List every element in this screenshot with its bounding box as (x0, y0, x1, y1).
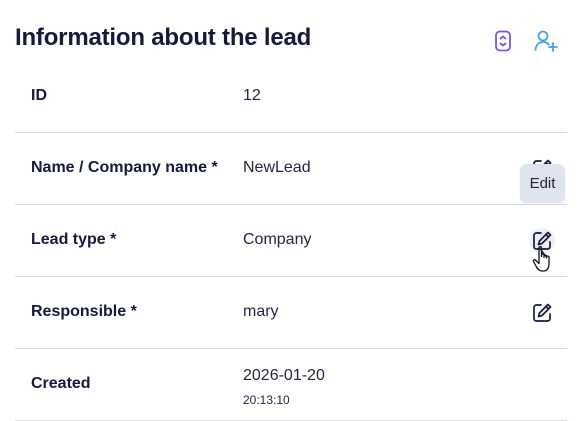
field-label: Name / Company name * (31, 159, 218, 176)
field-row-lead-type: Lead type * Company (15, 205, 567, 277)
field-value: NewLead (243, 159, 311, 176)
field-value: Company (243, 231, 312, 248)
field-value-time: 20:13:10 (243, 393, 290, 407)
field-label: Created (31, 375, 91, 392)
lead-fields-list: ID 12 Name / Company name * NewLead Lead… (15, 61, 567, 421)
edit-responsible-button[interactable] (529, 300, 555, 326)
panel-header: Information about the lead (0, 0, 585, 70)
field-row-created: Created 2026-01-20 20:13:10 (15, 349, 567, 421)
field-label: Lead type * (31, 231, 117, 248)
convert-lead-icon (495, 30, 511, 52)
edit-icon (533, 303, 552, 322)
edit-lead-type-button[interactable] (529, 228, 555, 254)
add-user-button[interactable] (532, 27, 560, 55)
add-user-icon (534, 30, 558, 52)
field-value: 12 (243, 87, 261, 104)
field-value: mary (243, 303, 279, 320)
convert-lead-button[interactable] (489, 27, 517, 55)
field-label: Responsible * (31, 303, 137, 320)
field-row-responsible: Responsible * mary (15, 277, 567, 349)
field-row-id: ID 12 (15, 61, 567, 133)
edit-tooltip: Edit (520, 164, 565, 203)
page-title: Information about the lead (15, 24, 312, 51)
edit-icon (533, 231, 552, 250)
field-value-date: 2026-01-20 (243, 367, 325, 384)
field-row-name: Name / Company name * NewLead (15, 133, 567, 205)
field-label: ID (31, 87, 47, 104)
lead-info-panel: Information about the lead ID 12 Name / … (0, 0, 585, 421)
